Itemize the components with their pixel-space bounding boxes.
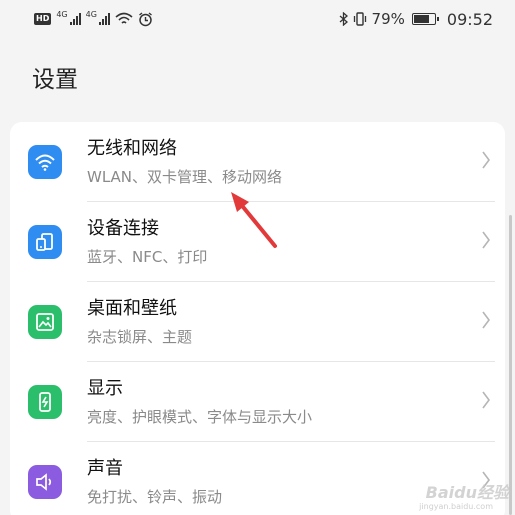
settings-card: 无线和网络 WLAN、双卡管理、移动网络 设备连接 蓝牙、NFC、打印 桌面和壁… [10, 122, 505, 515]
signal2-label: 4G [85, 9, 97, 19]
device-connect-icon [28, 225, 62, 259]
chevron-right-icon [482, 151, 490, 169]
wallpaper-icon [28, 305, 62, 339]
clock: 09:52 [446, 9, 493, 29]
item-subtitle: 亮度、护眼模式、字体与显示大小 [87, 408, 313, 426]
item-texts: 显示 亮度、护眼模式、字体与显示大小 [87, 376, 312, 428]
bluetooth-icon [339, 12, 348, 26]
watermark-url: jingyan.baidu.com [419, 502, 493, 511]
chevron-right-icon [482, 311, 490, 329]
settings-item-display[interactable]: 显示 亮度、护眼模式、字体与显示大小 [10, 362, 505, 442]
item-texts: 设备连接 蓝牙、NFC、打印 [87, 216, 207, 268]
status-right: 79% 09:52 [339, 10, 493, 29]
item-subtitle: WLAN、双卡管理、移动网络 [87, 168, 283, 186]
wifi-icon [115, 12, 133, 24]
display-icon [28, 385, 62, 419]
chevron-right-icon [482, 391, 490, 409]
item-subtitle: 免打扰、铃声、振动 [87, 488, 223, 506]
status-left: HD 4G 4G [34, 9, 153, 27]
signal-icon [98, 13, 110, 25]
item-texts: 声音 免打扰、铃声、振动 [87, 456, 222, 508]
settings-screen: HD 4G 4G 79% 09:52 设置 无线和网络 WLAN、双卡管理、移动… [0, 0, 515, 515]
watermark-logo: Baidu经验 [425, 483, 509, 502]
hd-icon: HD [34, 13, 52, 25]
wifi-icon [28, 145, 62, 179]
item-title: 桌面和壁纸 [87, 298, 177, 319]
item-title: 声音 [87, 458, 123, 479]
settings-item-desktop-wallpaper[interactable]: 桌面和壁纸 杂志锁屏、主题 [10, 282, 505, 362]
annotation-arrow-icon [231, 192, 277, 248]
item-title: 设备连接 [87, 218, 159, 239]
item-texts: 无线和网络 WLAN、双卡管理、移动网络 [87, 136, 282, 188]
item-title: 无线和网络 [87, 138, 177, 159]
status-bar: HD 4G 4G 79% 09:52 [0, 0, 515, 38]
sound-icon [28, 465, 62, 499]
page-title: 设置 [32, 67, 78, 93]
signal-icon [69, 13, 81, 25]
item-texts: 桌面和壁纸 杂志锁屏、主题 [87, 296, 192, 348]
signal1-label: 4G [56, 9, 68, 19]
vibrate-icon [353, 12, 366, 26]
item-subtitle: 蓝牙、NFC、打印 [87, 248, 208, 266]
battery-icon [411, 13, 439, 25]
scrollbar[interactable] [509, 215, 512, 515]
item-subtitle: 杂志锁屏、主题 [87, 328, 193, 346]
alarm-icon [139, 11, 152, 26]
item-title: 显示 [87, 378, 123, 399]
battery-percent: 79% [371, 10, 405, 28]
chevron-right-icon [482, 231, 490, 249]
